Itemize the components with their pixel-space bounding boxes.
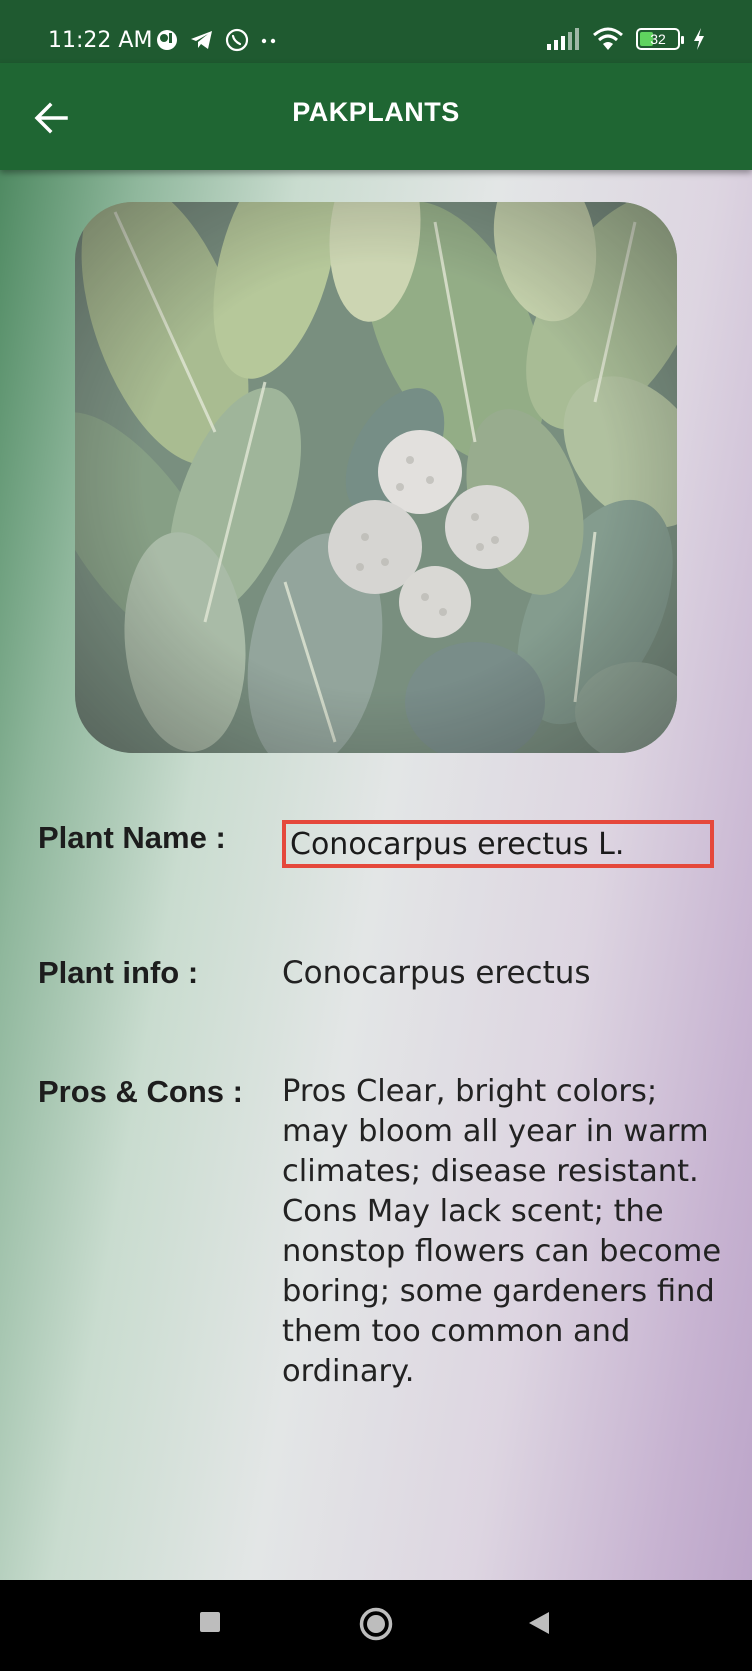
status-notification-icons — [155, 28, 279, 52]
plant-name-label: Plant Name : — [38, 820, 226, 855]
app-title: PAKPLANTS — [292, 97, 460, 127]
plant-info-value: Conocarpus erectus — [282, 955, 591, 991]
status-time: 11:22 AM — [48, 28, 153, 53]
home-circle-icon — [359, 1607, 393, 1641]
nav-back-button[interactable] — [527, 1610, 551, 1641]
app-bar: PAKPLANTS — [0, 63, 752, 170]
pros-cons-label: Pros & Cons : — [38, 1074, 243, 1109]
plant-detail-content: Plant Name : Conocarpus erectus L. Plant… — [0, 170, 752, 1580]
telegram-icon — [191, 31, 212, 49]
more-dots-icon — [261, 38, 276, 44]
recents-button[interactable] — [198, 1610, 222, 1639]
plant-photo — [75, 202, 677, 753]
recents-square-icon — [200, 1612, 220, 1632]
plant-info-label: Plant info : — [38, 955, 199, 990]
battery-icon: 32 — [636, 28, 684, 50]
whatsapp-icon — [225, 28, 249, 52]
system-nav-bar — [0, 1580, 752, 1671]
charging-icon — [694, 28, 704, 50]
signal-icon — [547, 28, 579, 50]
profile-circle-icon — [157, 30, 177, 50]
pros-cons-value: Pros Clear, bright colors; may bloom all… — [282, 1074, 722, 1389]
wifi-icon — [593, 27, 623, 50]
plant-name-value: Conocarpus erectus L. — [290, 827, 625, 862]
battery-level: 32 — [650, 31, 666, 47]
back-triangle-icon — [529, 1612, 549, 1634]
status-bar: 11:22 AM 32 — [0, 0, 752, 63]
home-button[interactable] — [359, 1607, 393, 1646]
status-system-icons: 32 — [546, 27, 706, 51]
